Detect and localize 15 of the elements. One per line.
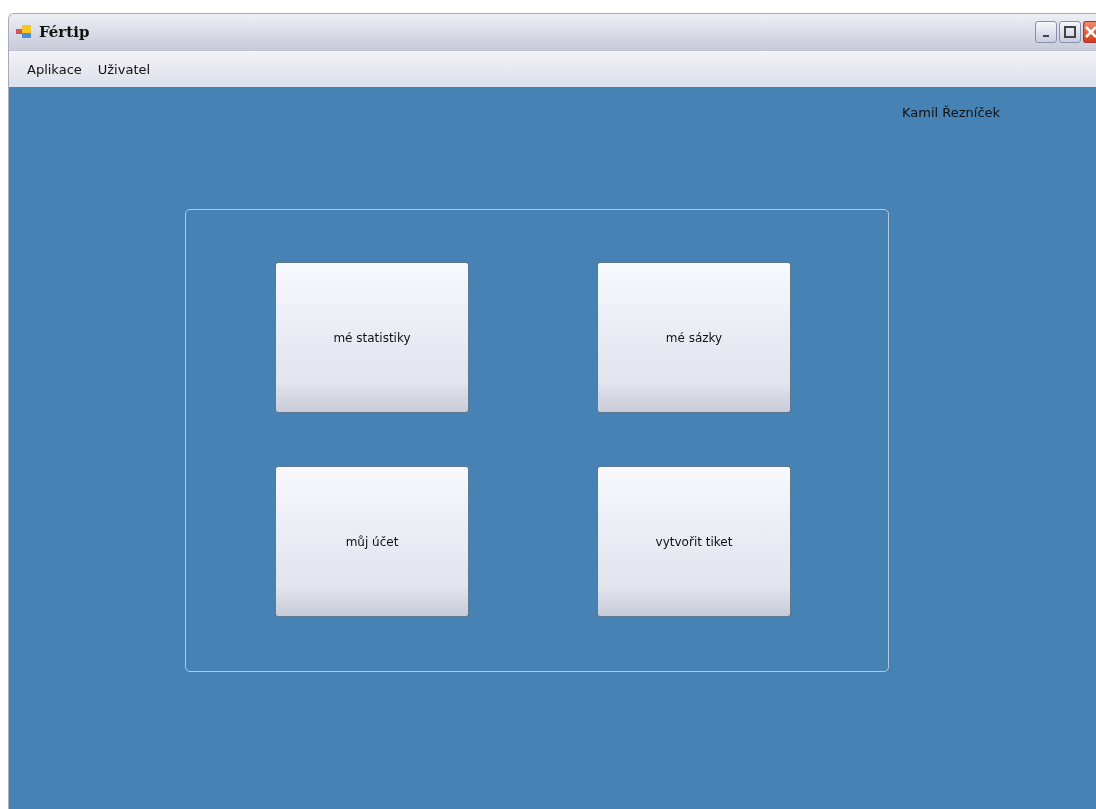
menu-item[interactable]: Uživatel (91, 59, 157, 79)
menu-tile-button[interactable]: můj účet (275, 466, 469, 617)
menu-tile-button[interactable]: mé statistiky (275, 262, 469, 413)
minimize-button[interactable] (1035, 21, 1057, 43)
menu-tile-button[interactable]: mé sázky (597, 262, 791, 413)
close-icon (1085, 26, 1096, 38)
maximize-button[interactable] (1059, 21, 1081, 43)
app-icon (15, 24, 33, 40)
menu-item[interactable]: Aplikace (21, 59, 88, 79)
maximize-icon (1064, 26, 1076, 38)
user-name: Kamil Řezníček (902, 105, 1001, 122)
minimize-icon (1043, 35, 1049, 37)
window-title: Fértip (39, 23, 90, 41)
close-button[interactable] (1083, 21, 1096, 43)
menu-tile-button[interactable]: vytvořit tiket (597, 466, 791, 617)
